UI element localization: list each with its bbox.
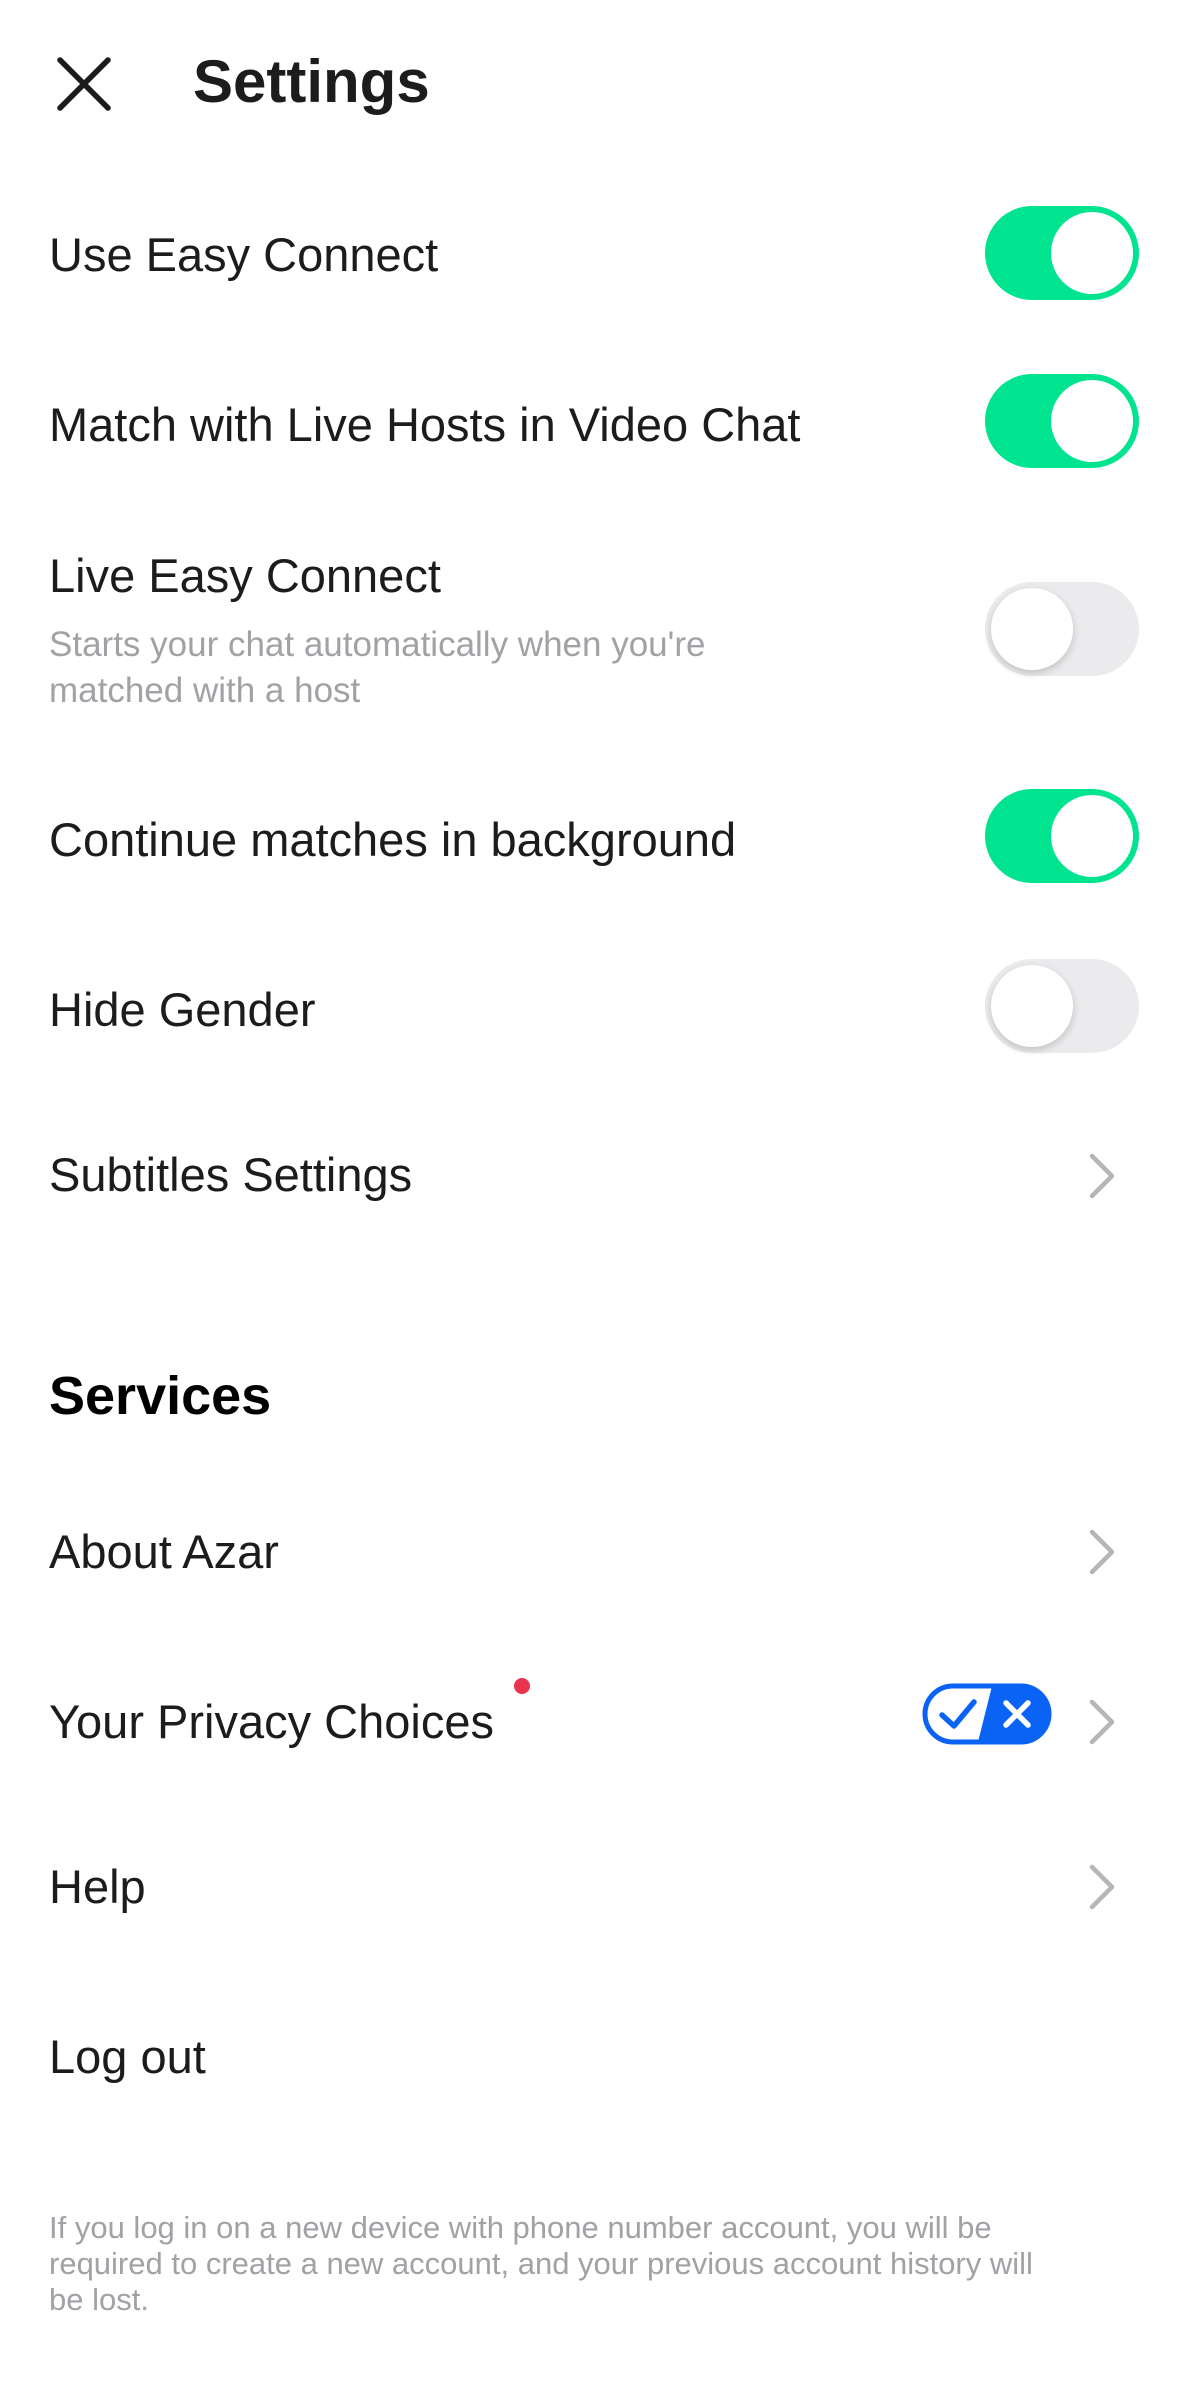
toggle-knob [991,965,1073,1047]
notification-dot [514,1678,530,1694]
section-title-services: Services [49,1366,272,1426]
toggle-knob [1051,380,1133,462]
use-easy-connect-toggle[interactable] [985,206,1139,300]
service-row-help[interactable]: Help [0,1825,1179,1955]
logout-label: Log out [49,2030,206,2083]
toggle-knob [1051,795,1133,877]
setting-label: Hide Gender [49,983,316,1036]
footnote-line: If you log in on a new device with phone… [49,2210,992,2245]
chevron-right-icon [1089,1529,1115,1575]
chevron-right-icon [1089,1864,1115,1910]
setting-row-live-easy-connect: Live Easy Connect Starts your chat autom… [0,530,1179,730]
logout-footnote: If you log in on a new device with phone… [49,2210,1129,2318]
close-icon [57,57,111,111]
hide-gender-toggle[interactable] [985,959,1139,1053]
setting-label: Live Easy Connect [49,549,441,602]
setting-label: Continue matches in background [49,813,737,866]
service-label: Help [49,1860,146,1913]
setting-description-line: matched with a host [49,671,361,710]
service-label: About Azar [49,1525,279,1578]
service-row-about[interactable]: About Azar [0,1490,1179,1620]
footnote-line: required to create a new account, and yo… [49,2246,1033,2281]
match-live-hosts-toggle[interactable] [985,374,1139,468]
toggle-knob [991,588,1073,670]
setting-label: Use Easy Connect [49,228,439,281]
setting-row-use-easy-connect: Use Easy Connect [0,190,1179,320]
setting-row-subtitles[interactable]: Subtitles Settings [0,1110,1179,1240]
toggle-knob [1051,212,1133,294]
live-easy-connect-toggle[interactable] [985,582,1139,676]
page-title: Settings [193,48,430,115]
privacy-choices-icon [922,1683,1052,1745]
service-label: Your Privacy Choices [49,1695,494,1748]
setting-label: Match with Live Hosts in Video Chat [49,398,801,451]
close-button[interactable] [40,40,128,128]
settings-page: Settings Use Easy Connect Match with Liv… [0,0,1179,2396]
setting-description: Starts your chat automatically when you'… [49,622,849,714]
setting-description-line: Starts your chat automatically when you'… [49,625,706,664]
setting-row-match-live-hosts: Match with Live Hosts in Video Chat [0,360,1179,490]
service-row-logout[interactable]: Log out [0,1995,1179,2125]
continue-matches-toggle[interactable] [985,789,1139,883]
setting-row-hide-gender: Hide Gender [0,945,1179,1075]
footnote-line: be lost. [49,2282,149,2317]
chevron-right-icon [1089,1153,1115,1199]
setting-row-continue-matches: Continue matches in background [0,775,1179,905]
chevron-right-icon [1089,1699,1115,1745]
header: Settings [0,0,1179,170]
setting-label: Subtitles Settings [49,1148,413,1201]
